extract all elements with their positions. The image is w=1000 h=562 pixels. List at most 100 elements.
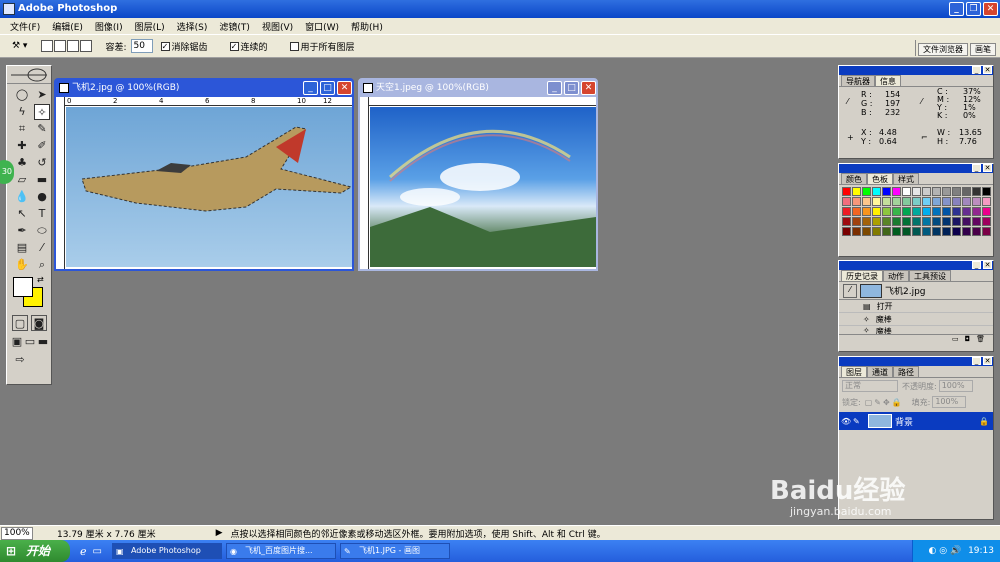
lasso-tool-icon[interactable]: ϟ — [14, 104, 30, 120]
new-selection-icon[interactable] — [41, 40, 54, 52]
color-swatch[interactable] — [882, 187, 891, 196]
status-arrow-icon[interactable]: ▶ — [216, 528, 223, 538]
path-select-icon[interactable]: ↖ — [14, 206, 30, 222]
menu-filter[interactable]: 滤镜(T) — [213, 20, 256, 33]
tab-paths[interactable]: 路径 — [893, 366, 919, 377]
menu-image[interactable]: 图像(I) — [89, 20, 129, 33]
desktop-icon[interactable]: ▭ — [93, 546, 102, 557]
color-swatch[interactable] — [852, 207, 861, 216]
color-swatch[interactable] — [942, 197, 951, 206]
tab-swatches[interactable]: 色板 — [867, 173, 893, 184]
dodge-tool-icon[interactable]: ● — [34, 189, 50, 205]
foreground-color-top[interactable] — [13, 277, 33, 297]
blur-tool-icon[interactable]: 💧 — [14, 189, 30, 205]
standard-mode-icon[interactable]: ▢ — [12, 315, 28, 331]
palette-close-button[interactable]: ✕ — [983, 261, 992, 269]
blend-mode-select[interactable]: 正常 — [842, 380, 898, 392]
color-swatch[interactable] — [932, 227, 941, 236]
lock-all-icon[interactable]: 🔒 — [892, 398, 902, 407]
history-snapshot[interactable]: ⁄ 飞机2.jpg — [839, 282, 993, 300]
color-swatch[interactable] — [962, 187, 971, 196]
color-swatch[interactable] — [852, 217, 861, 226]
color-swatch[interactable] — [952, 217, 961, 226]
screen-mode-full-icon[interactable]: ▬ — [37, 334, 49, 350]
doc-minimize-button[interactable]: _ — [547, 81, 562, 95]
crop-tool-icon[interactable]: ⌗ — [14, 121, 30, 137]
menu-file[interactable]: 文件(F) — [4, 20, 46, 33]
color-swatch[interactable] — [962, 207, 971, 216]
color-swatch[interactable] — [912, 197, 921, 206]
pen-tool-icon[interactable]: ✒ — [14, 223, 30, 239]
color-swatch[interactable] — [902, 197, 911, 206]
canvas-sky-image[interactable] — [370, 107, 596, 267]
start-button[interactable]: ⊞ 开始 — [0, 540, 70, 562]
brush-tool-icon[interactable]: ✐ — [34, 138, 50, 154]
clock[interactable]: 19:13 — [968, 546, 994, 556]
color-swatch[interactable] — [932, 217, 941, 226]
tab-layers[interactable]: 图层 — [841, 366, 867, 377]
trash-icon[interactable]: 🗑 — [976, 335, 985, 343]
brush-link-icon[interactable]: ✎ — [853, 417, 865, 426]
history-brush-icon[interactable]: ↺ — [34, 155, 50, 171]
fill-input[interactable]: 100% — [932, 396, 967, 408]
tab-navigator[interactable]: 导航器 — [841, 75, 875, 86]
menu-select[interactable]: 选择(S) — [171, 20, 214, 33]
document-window-plane[interactable]: 飞机2.jpg @ 100%(RGB) _ □ ✕ 0 2 4 6 8 10 1… — [54, 78, 354, 271]
lock-move-icon[interactable]: ✥ — [883, 398, 890, 407]
layer-row-background[interactable]: 👁 ✎ 背景 🔒 — [839, 412, 993, 430]
taskbar-item-photoshop[interactable]: ▣ Adobe Photoshop — [111, 543, 222, 559]
move-tool-icon[interactable]: ➤ — [34, 87, 50, 103]
eyedropper-tool-icon[interactable]: ⁄ — [34, 240, 50, 256]
canvas-plane-image[interactable] — [66, 107, 353, 267]
color-swatch[interactable] — [982, 217, 991, 226]
swatch-grid[interactable] — [839, 185, 993, 238]
color-swatch[interactable] — [892, 227, 901, 236]
doc-maximize-button[interactable]: □ — [564, 81, 579, 95]
tab-color[interactable]: 颜色 — [841, 173, 867, 184]
doc-maximize-button[interactable]: □ — [320, 81, 335, 95]
history-item[interactable]: ✧ 魔棒 — [839, 326, 993, 334]
color-swatch[interactable] — [872, 217, 881, 226]
menu-window[interactable]: 窗口(W) — [299, 20, 345, 33]
lock-paint-icon[interactable]: ✎ — [874, 398, 881, 407]
color-swatch[interactable] — [862, 217, 871, 226]
color-swatch[interactable] — [882, 207, 891, 216]
shape-tool-icon[interactable]: ⬭ — [34, 223, 50, 239]
all-layers-checkbox[interactable] — [289, 41, 299, 51]
color-swatch[interactable] — [892, 187, 901, 196]
new-document-icon[interactable]: ▭ — [952, 335, 959, 343]
slice-tool-icon[interactable]: ✎ — [34, 121, 50, 137]
zoom-tool-icon[interactable]: ⌕ — [34, 257, 50, 273]
color-swatch[interactable] — [872, 207, 881, 216]
hand-tool-icon[interactable]: ✋ — [14, 257, 30, 273]
menu-view[interactable]: 视图(V) — [256, 20, 299, 33]
color-swatch[interactable] — [862, 197, 871, 206]
color-swatch[interactable] — [842, 197, 851, 206]
gradient-tool-icon[interactable]: ▬ — [34, 172, 50, 188]
opacity-input[interactable]: 100% — [938, 380, 973, 392]
color-swatch[interactable] — [972, 217, 981, 226]
color-swatch[interactable] — [902, 187, 911, 196]
document-window-sky[interactable]: 天空1.jpeg @ 100%(RGB) _ □ ✕ — [358, 78, 598, 271]
color-swatch[interactable] — [962, 197, 971, 206]
brushes-tab[interactable]: 画笔 — [970, 43, 996, 56]
color-swatch[interactable] — [912, 187, 921, 196]
color-swatch[interactable] — [922, 187, 931, 196]
tab-actions[interactable]: 动作 — [883, 270, 909, 281]
color-swatch[interactable] — [892, 217, 901, 226]
color-swatch[interactable] — [902, 217, 911, 226]
color-swatch[interactable] — [842, 207, 851, 216]
eye-icon[interactable]: 👁 — [841, 417, 853, 426]
contiguous-checkbox[interactable]: ✓ — [229, 41, 239, 51]
color-swatch[interactable] — [942, 187, 951, 196]
subtract-selection-icon[interactable] — [67, 40, 80, 52]
color-swatch[interactable] — [972, 227, 981, 236]
color-swatch[interactable] — [892, 207, 901, 216]
color-swatch[interactable] — [982, 227, 991, 236]
new-snapshot-icon[interactable]: ◘ — [965, 335, 971, 343]
tab-history[interactable]: 历史记录 — [841, 270, 883, 281]
color-swatch[interactable] — [852, 197, 861, 206]
restore-button[interactable]: ❐ — [966, 2, 981, 16]
minimize-button[interactable]: _ — [949, 2, 964, 16]
healing-brush-icon[interactable]: ✚ — [14, 138, 30, 154]
